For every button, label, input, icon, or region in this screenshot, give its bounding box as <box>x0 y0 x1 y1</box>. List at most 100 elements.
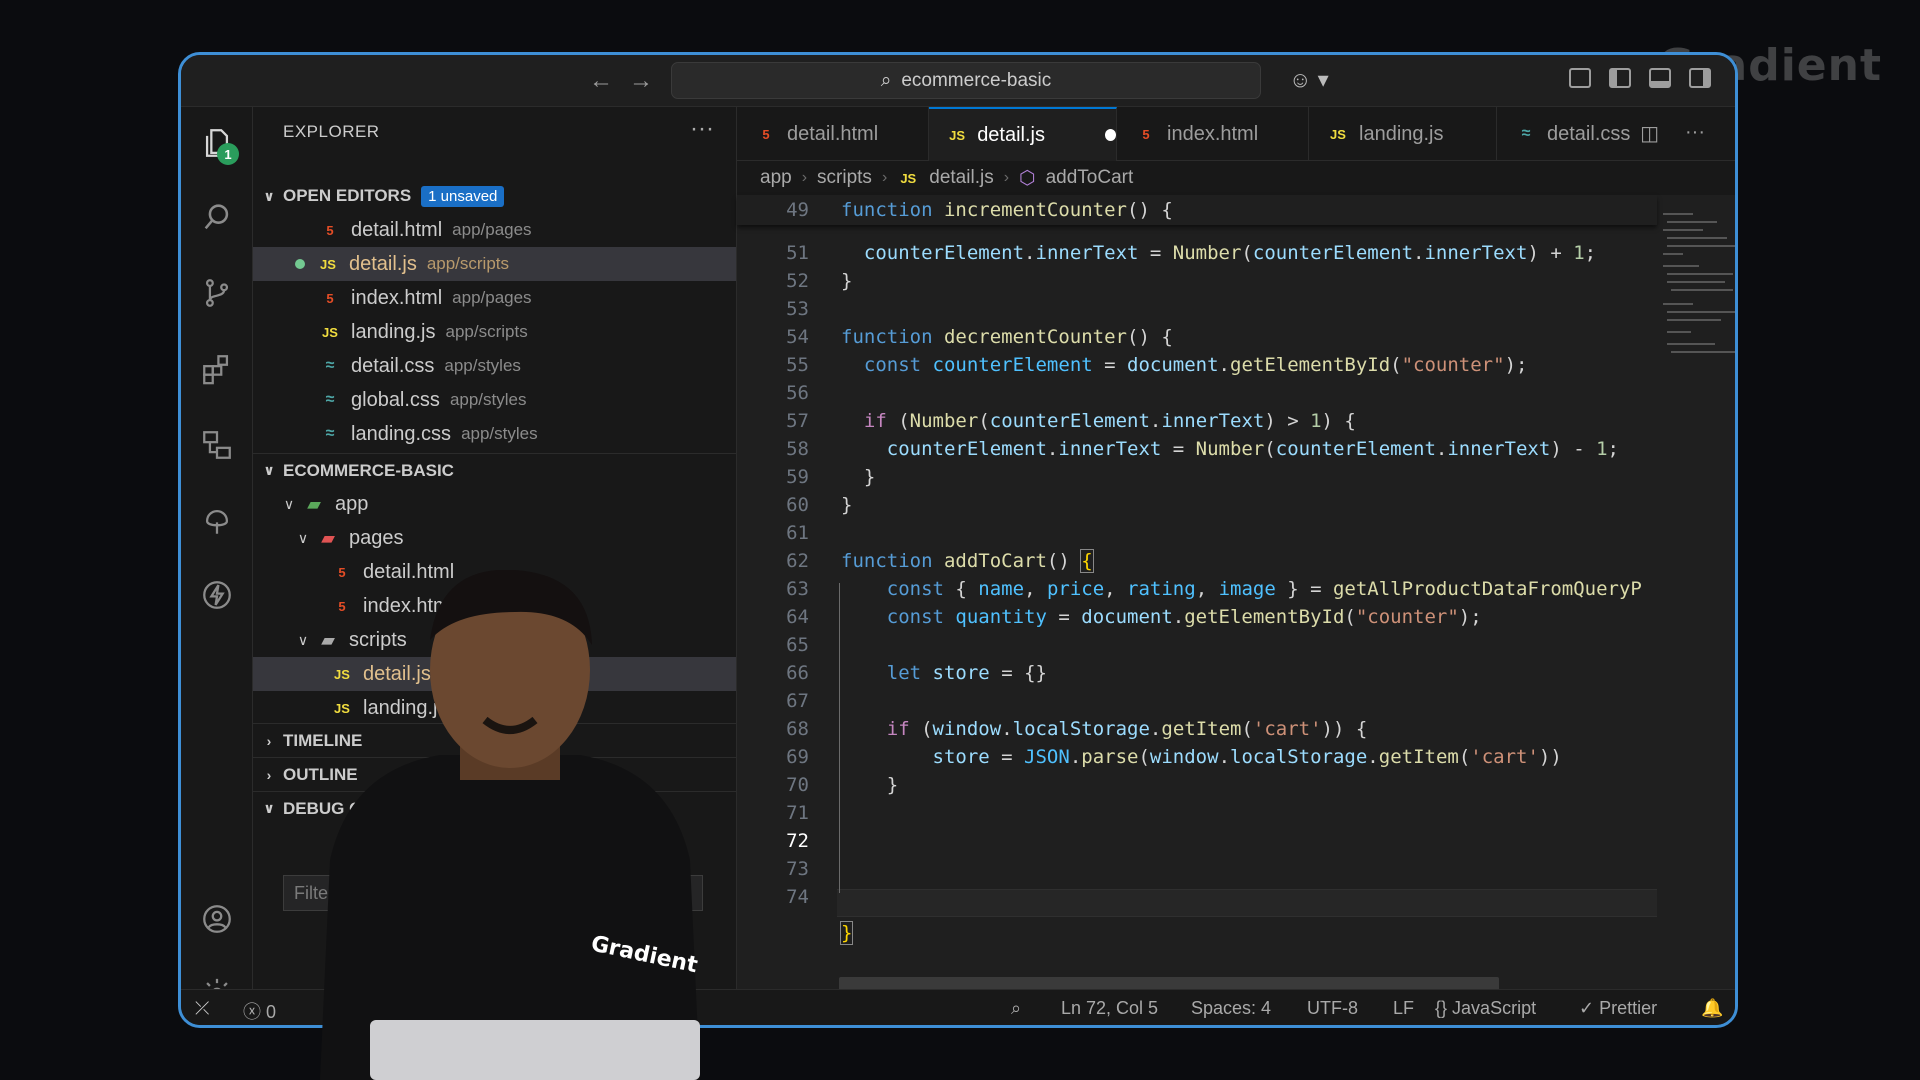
customize-layout-icon[interactable] <box>1569 68 1591 88</box>
back-arrow-icon[interactable]: ← <box>589 67 613 95</box>
project-header[interactable]: ∨ ECOMMERCE-BASIC <box>253 453 736 487</box>
explorer-more-icon[interactable]: ··· <box>690 115 714 143</box>
code-line: const counterElement = document.getEleme… <box>863 354 1528 376</box>
tab-detail-css[interactable]: ≈ detail.css <box>1497 107 1657 161</box>
tab-index-html[interactable]: 5 index.html <box>1117 107 1309 161</box>
line-number: 54 <box>786 326 809 348</box>
line-number: 65 <box>786 634 809 656</box>
language-mode[interactable]: {} JavaScript <box>1435 998 1536 1019</box>
file-name: detail.css <box>351 354 435 377</box>
bell-icon[interactable]: 🔔 <box>1701 998 1723 1019</box>
line-number: 66 <box>786 662 809 684</box>
extensions-icon[interactable] <box>195 347 239 391</box>
editor-tabs: 5 detail.html JS detail.js 5 index.html … <box>737 107 1735 161</box>
open-editor-item[interactable]: ≈ global.css app/styles <box>253 383 736 417</box>
open-editor-item[interactable]: JS landing.js app/scripts <box>253 315 736 349</box>
command-center-search[interactable]: ⌕ ecommerce-basic <box>671 62 1261 99</box>
line-number: 55 <box>786 354 809 376</box>
open-editor-item[interactable]: ≈ detail.css app/styles <box>253 349 736 383</box>
forward-arrow-icon[interactable]: → <box>629 67 653 95</box>
code-line: counterElement.innerText = Number(counte… <box>886 438 1619 460</box>
toggle-sidebar-icon[interactable] <box>1609 68 1631 88</box>
remote-explorer-icon[interactable] <box>195 423 239 467</box>
tab-landing-js[interactable]: JS landing.js <box>1309 107 1497 161</box>
line-number: 72 <box>786 830 809 852</box>
file-path: app/scripts <box>445 322 528 341</box>
breadcrumb-item[interactable]: app <box>760 167 792 189</box>
explorer-title: EXPLORER <box>283 122 380 141</box>
chevron-right-icon: › <box>801 169 808 186</box>
braces-icon: {} <box>1435 998 1448 1018</box>
line-number: 67 <box>786 690 809 712</box>
code-line: store = JSON.parse(window.localStorage.g… <box>932 746 1562 768</box>
code-line: if (Number(counterElement.innerText) > 1… <box>863 410 1356 432</box>
line-number: 60 <box>786 494 809 516</box>
breadcrumb-item[interactable]: addToCart <box>1046 167 1134 189</box>
prettier-status[interactable]: ✓ Prettier <box>1579 998 1657 1019</box>
minimap[interactable] <box>1657 195 1735 995</box>
tree-item-label: app <box>335 492 369 515</box>
line-number: 70 <box>786 774 809 796</box>
line-number: 69 <box>786 746 809 768</box>
toggle-secondary-sidebar-icon[interactable] <box>1689 68 1711 88</box>
code-line: function decrementCounter() { <box>841 326 1173 348</box>
line-number: 62 <box>786 550 809 572</box>
js-file-icon: JS <box>949 127 966 143</box>
tab-label: detail.css <box>1547 122 1631 145</box>
code-editor[interactable]: 49 function incrementCounter() { 51 52 53 5… <box>737 195 1657 995</box>
breadcrumb-item[interactable]: detail.js <box>929 167 993 189</box>
open-editor-item[interactable]: ≈ landing.css app/styles <box>253 417 736 451</box>
more-actions-icon[interactable]: ··· <box>1685 121 1705 146</box>
search-icon[interactable] <box>195 195 239 239</box>
js-file-icon: JS <box>320 256 336 272</box>
split-editor-icon[interactable]: ◫ <box>1640 121 1659 146</box>
tab-label: landing.js <box>1359 122 1444 145</box>
copilot-icon[interactable]: ☺ ▾ <box>1289 67 1329 93</box>
indentation[interactable]: Spaces: 4 <box>1191 998 1271 1019</box>
html-file-icon: 5 <box>762 126 770 142</box>
lightning-icon[interactable] <box>195 573 239 617</box>
explorer-icon[interactable]: 1 <box>195 121 239 165</box>
unsaved-dot-icon[interactable] <box>1105 129 1116 141</box>
remote-icon[interactable]: ⤫ <box>195 998 209 1019</box>
account-icon[interactable] <box>195 897 239 941</box>
file-path: app/pages <box>452 220 532 239</box>
cursor-position[interactable]: Ln 72, Col 5 <box>1061 998 1158 1019</box>
encoding[interactable]: UTF-8 <box>1307 998 1358 1019</box>
problems-indicator[interactable]: ⓧ 0 <box>243 998 276 1024</box>
code-line: if (window.localStorage.getItem('cart'))… <box>886 718 1368 740</box>
tree-item-pages[interactable]: ∨ ▰ pages <box>253 521 736 555</box>
code-line: let store = {} <box>886 662 1047 684</box>
minimap-line <box>1667 237 1727 239</box>
tree-item-app[interactable]: ∨ ▰ app <box>253 487 736 521</box>
html-file-icon: 5 <box>326 222 334 238</box>
open-editor-item[interactable]: 5 detail.html app/pages <box>253 213 736 247</box>
line-number: 73 <box>786 858 809 880</box>
tree-icon[interactable] <box>195 499 239 543</box>
html-file-icon: 5 <box>326 290 334 306</box>
line-number: 53 <box>786 298 809 320</box>
minimap-line <box>1667 221 1717 223</box>
source-control-icon[interactable] <box>195 271 239 315</box>
modified-dot-icon <box>295 259 305 269</box>
file-name: global.css <box>351 388 440 411</box>
file-path: app/styles <box>449 390 527 409</box>
code-line: } <box>841 466 876 488</box>
tab-detail-html[interactable]: 5 detail.html <box>737 107 929 161</box>
minimap-line <box>1663 213 1693 215</box>
open-editor-item[interactable]: JS detail.js app/scripts <box>253 247 736 281</box>
breadcrumb-item[interactable]: scripts <box>817 167 872 189</box>
minimap-line <box>1667 319 1721 321</box>
tab-detail-js[interactable]: JS detail.js <box>929 107 1117 161</box>
line-ending[interactable]: LF <box>1393 998 1414 1019</box>
open-editors-header[interactable]: ∨ OPEN EDITORS 1 unsaved <box>253 179 736 213</box>
sticky-scroll[interactable]: 49 function incrementCounter() { <box>737 195 1657 225</box>
minimap-line <box>1663 229 1703 231</box>
toggle-panel-icon[interactable] <box>1649 68 1671 88</box>
zoom-icon[interactable]: ⌕ <box>1011 998 1021 1019</box>
line-number: 52 <box>786 270 809 292</box>
open-editor-item[interactable]: 5 index.html app/pages <box>253 281 736 315</box>
file-path: app/styles <box>444 356 521 375</box>
chevron-right-icon: › <box>266 732 272 749</box>
minimap-line <box>1663 265 1699 267</box>
